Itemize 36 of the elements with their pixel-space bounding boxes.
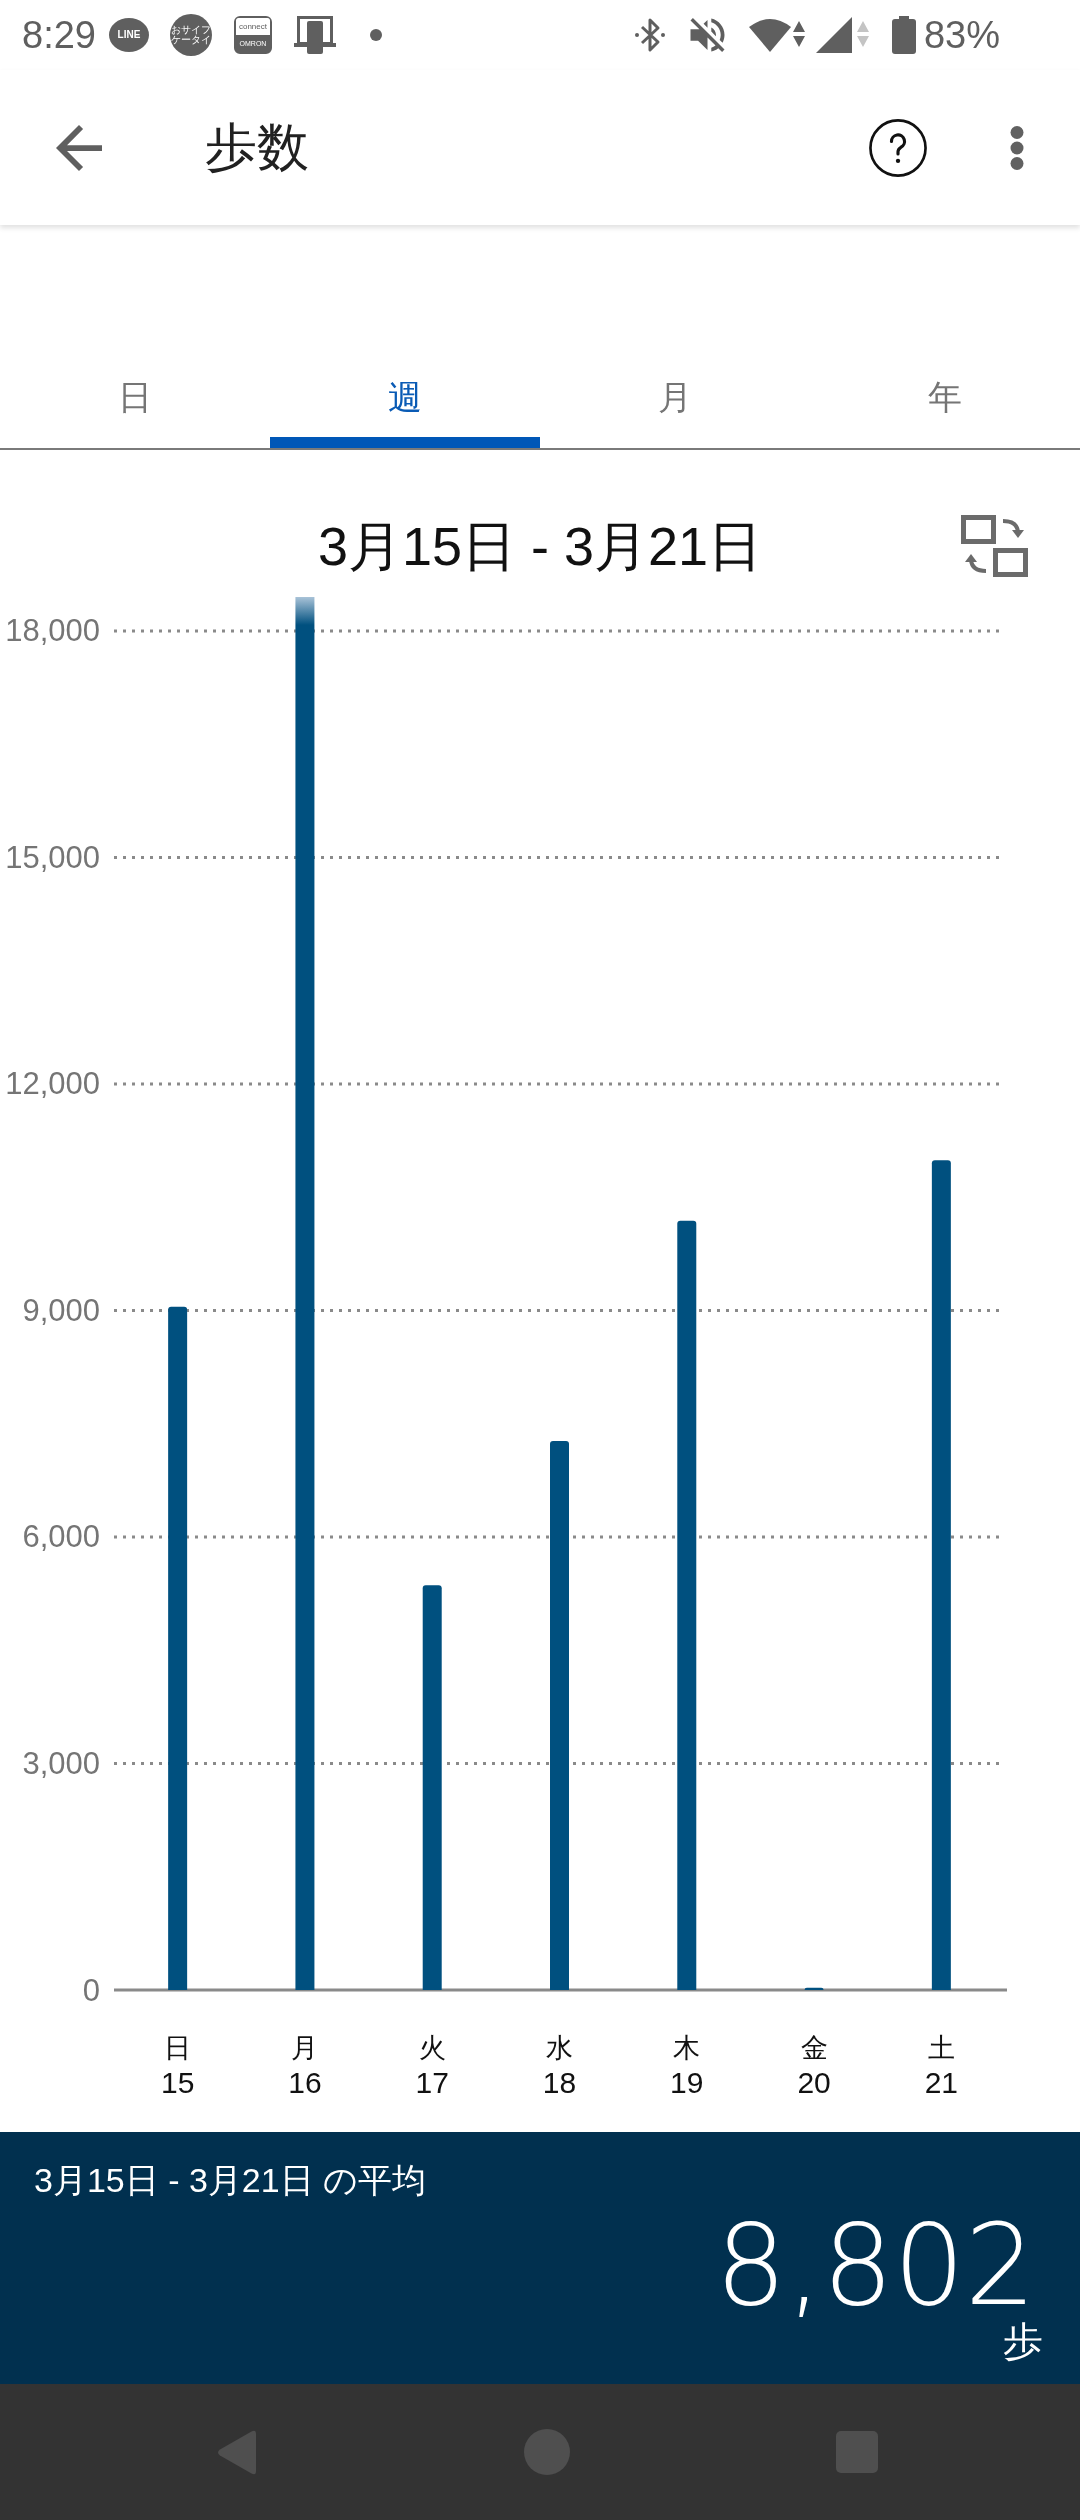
x-axis-label: 日 15 (160, 2033, 195, 2099)
y-axis-label: 9,000 (22, 1293, 100, 1328)
tab[interactable]: 日 (0, 350, 270, 448)
more-options-icon[interactable] (1010, 125, 1024, 170)
y-axis-label: 0 (82, 1972, 100, 2008)
y-axis-label: 15,000 (5, 840, 100, 875)
x-axis-label: 金 20 (797, 2033, 831, 2099)
tab[interactable]: 月 (540, 350, 810, 448)
help-icon[interactable] (869, 118, 927, 177)
tab[interactable]: 週 (270, 350, 540, 448)
wallet-logo: おサイフケータイ (169, 14, 212, 56)
chart-title: 3月15日 - 3月21日 (317, 514, 763, 578)
y-axis-label: 6,000 (22, 1519, 100, 1555)
dot-icon (369, 29, 382, 41)
y-axis-label: 18,000 (5, 613, 100, 649)
chart-bar (804, 1987, 824, 1990)
chat-logo: LINE (108, 18, 149, 52)
y-axis-label: 12,000 (5, 1066, 100, 1102)
y-axis-label: 3,000 (22, 1746, 100, 1781)
x-axis-label: 火 17 (415, 2033, 449, 2099)
battery-icon (891, 16, 916, 54)
screen-title: 歩数 (205, 117, 309, 179)
tab[interactable]: 年 (810, 350, 1080, 448)
x-axis-label: 木 19 (670, 2033, 704, 2099)
back-icon[interactable] (56, 124, 102, 171)
clock-time: 8:29 (22, 16, 96, 54)
x-axis-label: 土 21 (924, 2033, 959, 2099)
bluetooth-icon (634, 17, 665, 53)
x-axis-label: 月 16 (288, 2033, 322, 2099)
device-icon (293, 16, 336, 54)
battery-percentage: 83% (923, 16, 1000, 54)
x-axis-label: 水 18 (542, 2033, 577, 2099)
swap-icon[interactable] (961, 515, 1028, 577)
signal-icon (815, 17, 872, 53)
mute-icon (689, 18, 725, 52)
average-label: 3月15日 - 3月21日 の平均 (34, 2160, 428, 2201)
